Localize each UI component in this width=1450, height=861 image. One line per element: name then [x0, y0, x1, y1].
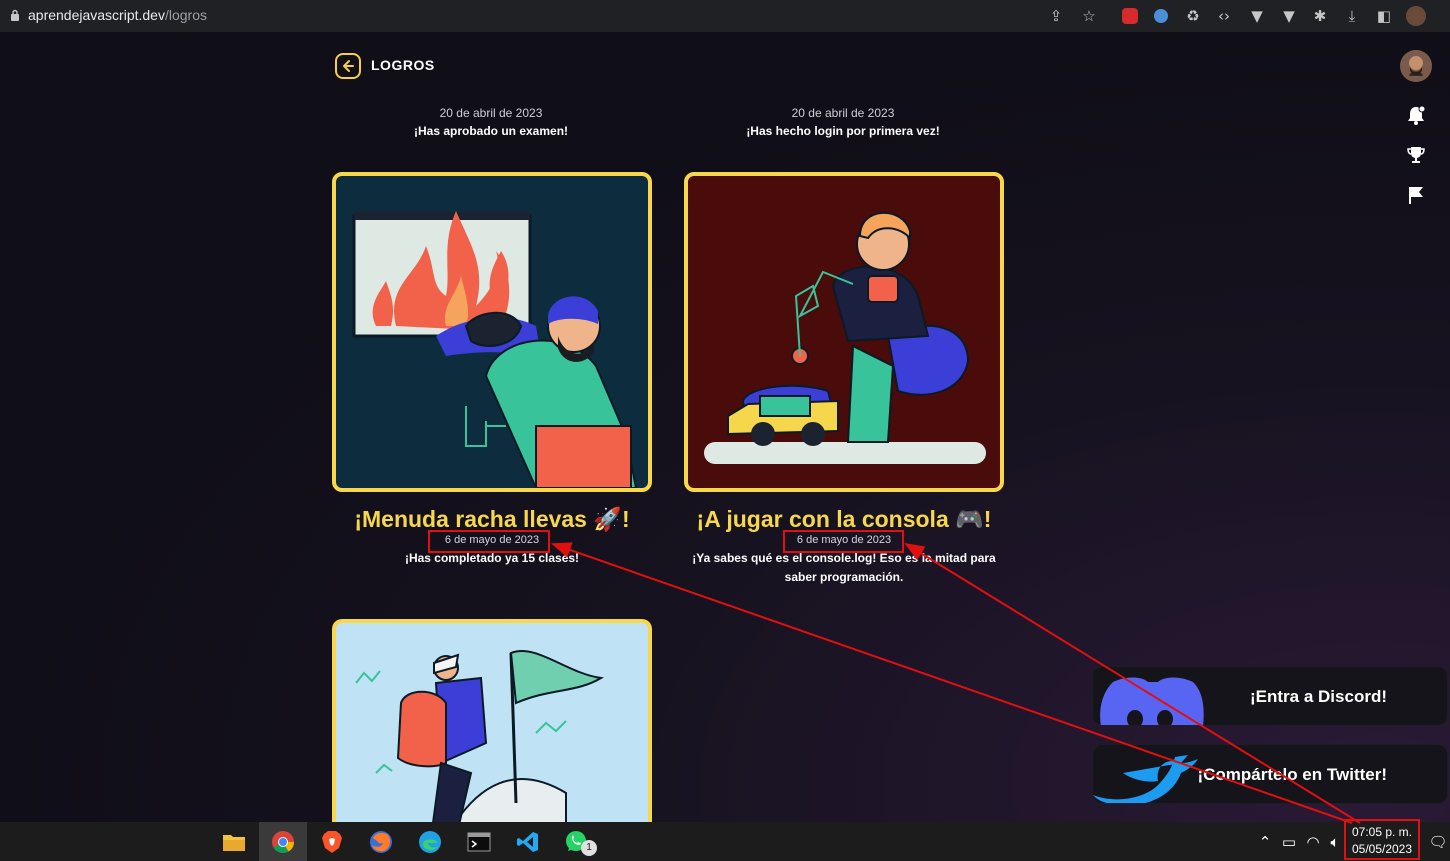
wifi-icon[interactable]: ◠ [1303, 832, 1323, 852]
notifications-icon[interactable]: 🗨︎ [1428, 832, 1448, 852]
share-icon[interactable]: ⇪ [1046, 6, 1066, 26]
annotation-box-clock [1344, 819, 1420, 860]
firefox-icon[interactable] [357, 822, 405, 861]
whatsapp-icon[interactable]: 1 [553, 822, 601, 861]
chrome-icon[interactable] [259, 822, 307, 861]
card-title: ¡A jugar con la consola 🎮! [696, 506, 992, 532]
trophy-icon[interactable] [1405, 144, 1427, 166]
annotation-box-date-1 [428, 530, 550, 553]
discord-cta-label: ¡Entra a Discord! [1250, 687, 1387, 706]
extension-icon[interactable] [1151, 6, 1171, 26]
extension-code-icon[interactable]: ‹› [1214, 6, 1234, 26]
file-explorer-icon[interactable] [210, 822, 258, 861]
brave-icon[interactable] [308, 822, 356, 861]
extension-vue-icon-2[interactable]: ▼ [1279, 6, 1299, 26]
puzzle-icon[interactable]: ✱ [1310, 6, 1330, 26]
lock-icon [11, 9, 19, 21]
sidepanel-icon[interactable]: ◧ [1374, 6, 1394, 26]
flag-icon[interactable] [1405, 184, 1427, 206]
twitter-cta-label: ¡Compártelo en Twitter! [1197, 765, 1387, 784]
streak-illustration [352, 211, 638, 488]
twitter-cta[interactable]: ¡Compártelo en Twitter! [1092, 744, 1448, 804]
bell-icon[interactable] [1405, 104, 1427, 126]
achievement-description: ¡Has aprobado un examen! [413, 124, 569, 138]
url-path: /logros [164, 7, 208, 23]
achievement-card-streak [332, 172, 652, 492]
extension-adblock-icon[interactable] [1120, 6, 1140, 26]
achievement-date: 20 de abril de 2023 [439, 106, 543, 120]
summit-illustration [355, 650, 604, 822]
avatar-image [1400, 50, 1432, 82]
console-illustration [704, 211, 986, 464]
bookmark-star-icon[interactable]: ☆ [1079, 6, 1099, 26]
card-description: ¡Ya sabes qué es el console.log! Eso es … [692, 551, 996, 584]
chevron-up-icon[interactable]: ⌃ [1255, 832, 1275, 852]
discord-cta[interactable]: ¡Entra a Discord! [1092, 666, 1448, 726]
download-icon[interactable]: ⤓ [1342, 6, 1362, 26]
achievement-item: 20 de abril de 2023 ¡Has aprobado un exa… [331, 106, 651, 138]
arrow-left-icon [343, 60, 354, 72]
achievement-item: 20 de abril de 2023 ¡Has hecho login por… [683, 106, 1003, 138]
edge-icon[interactable] [406, 822, 454, 861]
achievement-description: ¡Has hecho login por primera vez! [746, 124, 940, 138]
achievement-card-console [684, 172, 1004, 492]
achievement-date: 20 de abril de 2023 [791, 106, 895, 120]
address-bar[interactable]: aprendejavascript.dev/logros [28, 7, 207, 23]
profile-avatar[interactable] [1406, 6, 1426, 26]
extension-recycle-icon[interactable]: ♻ [1183, 6, 1203, 26]
page-content: LOGROS 20 de abril de 2023 ¡Has aprobado… [0, 32, 1450, 822]
vscode-icon[interactable] [504, 822, 552, 861]
achievement-card-summit [332, 619, 652, 822]
browser-toolbar: aprendejavascript.dev/logros ⇪ ☆ ♻ ‹› ▼ … [0, 0, 1450, 32]
back-button[interactable] [335, 53, 361, 79]
page-title: LOGROS [371, 57, 435, 73]
annotation-box-date-2 [783, 530, 904, 553]
extension-vue-icon[interactable]: ▼ [1247, 6, 1267, 26]
url-domain: aprendejavascript.dev [28, 7, 165, 23]
volume-icon[interactable]: 🔈︎ [1325, 832, 1345, 852]
user-avatar[interactable] [1400, 50, 1432, 82]
taskbar: 1 ⌃ ▭ ◠ 🔈︎ 07:05 p. m. 05/05/2023 🗨︎ [0, 822, 1450, 861]
notification-badge: 1 [581, 840, 597, 856]
terminal-icon[interactable] [455, 822, 503, 861]
card-title: ¡Menuda racha llevas 🚀! [354, 506, 630, 532]
battery-icon[interactable]: ▭ [1279, 832, 1299, 852]
